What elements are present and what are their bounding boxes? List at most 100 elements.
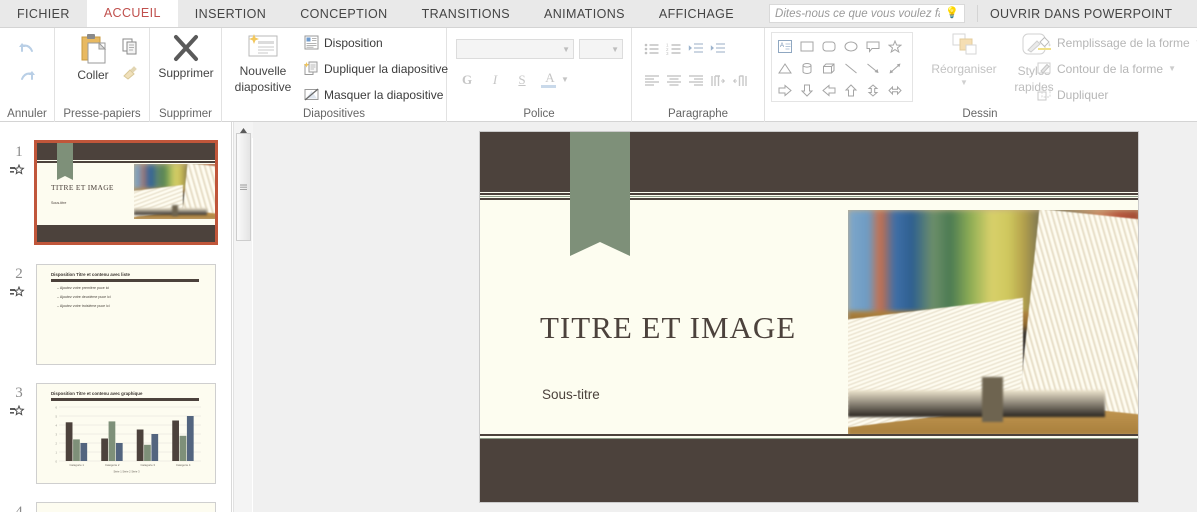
shape-arrow-right[interactable]: [774, 79, 796, 101]
undo-button[interactable]: [14, 38, 40, 62]
thumbnail-slide-1[interactable]: 1 TITRE ET IMAGE Sous-titre: [0, 140, 231, 250]
tab-conception[interactable]: CONCEPTION: [283, 0, 404, 27]
shape-arrow-up-down[interactable]: [862, 79, 884, 101]
redo-button[interactable]: [14, 66, 40, 90]
ribbon-group-annuler: Annuler: [0, 28, 55, 122]
thumbnail-slide-4[interactable]: 4: [0, 500, 231, 512]
font-color-swatch: [541, 85, 556, 88]
shape-cube[interactable]: [818, 57, 840, 79]
slide-editing-canvas[interactable]: TITRE ET IMAGE Sous-titre: [253, 122, 1197, 512]
tab-affichage[interactable]: AFFICHAGE: [642, 0, 751, 27]
thumbnail-canvas-2[interactable]: Disposition Titre et contenu avec liste …: [36, 264, 216, 365]
block-arrow-left-right-icon: [888, 85, 902, 95]
ribbon-group-police: ▼ ▼ G I S A ▼ Police: [447, 28, 632, 122]
align-right-button[interactable]: [685, 70, 707, 92]
layout-button[interactable]: Disposition: [304, 35, 383, 50]
thumb1-title: TITRE ET IMAGE: [51, 183, 114, 192]
format-painter-button[interactable]: [117, 61, 143, 85]
current-slide[interactable]: TITRE ET IMAGE Sous-titre: [479, 131, 1139, 503]
ellipse-icon: [844, 41, 858, 51]
chevron-down-icon[interactable]: ▼: [960, 78, 968, 87]
slide-subtitle[interactable]: Sous-titre: [542, 387, 600, 402]
thumbnail-canvas-1[interactable]: TITRE ET IMAGE Sous-titre: [34, 140, 218, 245]
tab-accueil[interactable]: ACCUEIL: [86, 0, 178, 27]
shape-cylinder[interactable]: [796, 57, 818, 79]
chevron-down-icon: ▼: [611, 44, 619, 54]
tell-me-search-box[interactable]: Dites-nous ce que vous voulez fa... 💡: [769, 4, 966, 23]
shape-line[interactable]: [840, 57, 862, 79]
new-slide-button[interactable]: Nouvelle diapositive: [228, 32, 298, 94]
increase-indent-button[interactable]: [707, 38, 729, 60]
grip-lines-icon: [240, 184, 247, 190]
slide-ribbon-bookmark: [570, 132, 630, 256]
font-size-combo[interactable]: ▼: [579, 39, 623, 59]
svg-text:6: 6: [56, 406, 58, 410]
toolbar-divider: [977, 5, 979, 22]
tab-animations[interactable]: ANIMATIONS: [527, 0, 642, 27]
slide-thumbnail-pane[interactable]: 1 TITRE ET IMAGE Sous-titre 2 Dispositio…: [0, 122, 232, 512]
paint-bucket-icon: [1037, 35, 1052, 50]
chevron-down-icon[interactable]: ▼: [561, 75, 569, 84]
thumbnail-number-3: 3: [15, 385, 23, 401]
delete-button[interactable]: Supprimer: [154, 32, 218, 80]
open-in-powerpoint-link[interactable]: OUVRIR DANS POWERPOINT: [990, 7, 1172, 21]
align-left-button[interactable]: [641, 70, 663, 92]
duplicate-slide-button[interactable]: Dupliquer la diapositive: [304, 61, 448, 76]
tab-fichier[interactable]: FICHIER: [0, 0, 87, 27]
shapes-gallery[interactable]: A: [771, 32, 913, 102]
italic-button[interactable]: I: [484, 70, 506, 90]
hide-slide-button[interactable]: Masquer la diapositive: [304, 87, 443, 102]
duplicate-label: Dupliquer: [1057, 87, 1109, 102]
align-center-button[interactable]: [663, 70, 685, 92]
shape-triangle[interactable]: [774, 57, 796, 79]
shape-arrow-left-right[interactable]: [884, 79, 906, 101]
underline-button[interactable]: S: [511, 70, 533, 90]
scrollbar-thumb[interactable]: [236, 133, 251, 241]
thumbnail-slide-2[interactable]: 2 Disposition Titre et contenu avec list…: [0, 262, 231, 372]
font-name-combo[interactable]: ▼: [456, 39, 574, 59]
svg-text:Catégorie 2: Catégorie 2: [105, 463, 120, 467]
rtl-text-button[interactable]: [729, 70, 751, 92]
text-direction-rtl-icon: [732, 75, 747, 86]
duplicate-slide-icon: [304, 61, 319, 76]
paste-button[interactable]: Coller: [61, 32, 125, 82]
shape-rounded-rectangle[interactable]: [818, 35, 840, 57]
shape-outline-button[interactable]: Contour de la forme ▼: [1037, 61, 1176, 76]
shape-arrow-line[interactable]: [862, 57, 884, 79]
bold-button[interactable]: G: [456, 70, 478, 90]
thumbnail-canvas-3[interactable]: Disposition Titre et contenu avec graphi…: [36, 383, 216, 484]
svg-text:0: 0: [56, 460, 58, 464]
chevron-down-icon[interactable]: ▼: [1168, 64, 1176, 73]
decrease-indent-button[interactable]: [685, 38, 707, 60]
ribbon-group-diapositives: Nouvelle diapositive Disposition Dupliqu…: [222, 28, 448, 122]
shape-arrow-up[interactable]: [840, 79, 862, 101]
shape-arrow-down[interactable]: [796, 79, 818, 101]
group-label-presse-papiers: Presse-papiers: [63, 108, 141, 120]
shape-textbox[interactable]: A: [774, 35, 796, 57]
shape-callout[interactable]: [862, 35, 884, 57]
shape-star[interactable]: [884, 35, 906, 57]
slide-title[interactable]: TITRE ET IMAGE: [540, 310, 796, 346]
tab-insertion[interactable]: INSERTION: [178, 0, 283, 27]
copy-button[interactable]: [117, 34, 143, 58]
shape-rectangle[interactable]: [796, 35, 818, 57]
slide-image[interactable]: [848, 210, 1138, 435]
ltr-text-button[interactable]: [707, 70, 729, 92]
arrange-button[interactable]: Réorganiser ▼: [927, 32, 1001, 87]
transition-star-icon: [8, 404, 28, 419]
thumbnail-slide-3[interactable]: 3 Disposition Titre et contenu avec grap…: [0, 381, 231, 491]
shape-double-arrow-line[interactable]: [884, 57, 906, 79]
thumb1-ribbon: [57, 143, 73, 180]
numbering-button[interactable]: 1 2 3: [663, 38, 685, 60]
thumbnail-scrollbar[interactable]: [233, 122, 253, 512]
duplicate-button[interactable]: Dupliquer: [1037, 87, 1108, 102]
shape-arrow-left[interactable]: [818, 79, 840, 101]
svg-text:Série 1 Série 2 Série 3: Série 1 Série 2 Série 3: [113, 470, 140, 474]
bullets-button[interactable]: [641, 38, 663, 60]
shape-fill-button[interactable]: Remplissage de la forme ▼: [1037, 35, 1197, 50]
tab-transitions[interactable]: TRANSITIONS: [405, 0, 527, 27]
svg-text:3: 3: [666, 51, 669, 56]
group-label-supprimer: Supprimer: [158, 108, 213, 120]
thumbnail-canvas-4[interactable]: [36, 502, 216, 512]
shape-ellipse[interactable]: [840, 35, 862, 57]
